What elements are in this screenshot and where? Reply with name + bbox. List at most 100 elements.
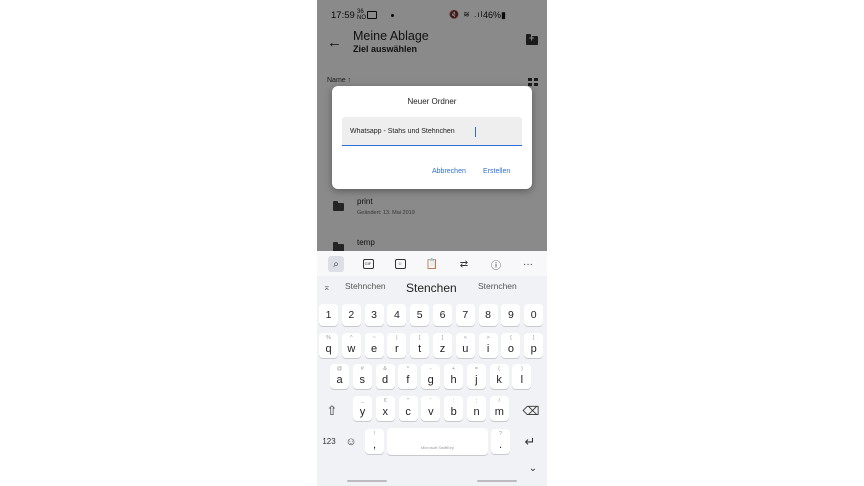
key-secondary-label: >	[486, 335, 490, 341]
hide-keyboard-icon[interactable]: ⌄	[523, 461, 543, 475]
key-b[interactable]: :b	[444, 396, 464, 421]
key-r[interactable]: | r	[387, 333, 407, 358]
shift-icon[interactable]: ⇧	[320, 398, 344, 423]
key-x[interactable]: € x	[375, 396, 395, 421]
key-label: b	[450, 406, 457, 418]
cancel-button[interactable]: Abbrechen	[432, 168, 466, 175]
key-5[interactable]: 5	[410, 304, 430, 326]
new-folder-dialog: Neuer Ordner Abbrechen Erstellen	[332, 86, 532, 189]
key-i[interactable]: > i	[478, 333, 498, 358]
key-q[interactable]: % q	[319, 333, 338, 358]
key-label: n	[473, 406, 480, 418]
gif-icon[interactable]: GIF	[360, 256, 376, 272]
key-a[interactable]: @ a	[330, 364, 349, 389]
key-secondary-label: ;	[475, 398, 478, 404]
collapse-icon[interactable]: ⌅	[323, 282, 331, 293]
key-secondary-label: #	[360, 366, 364, 372]
key-secondary-label: ]	[441, 335, 444, 341]
keyboard: ⌕ GIF ☺ 📋 ⇄ ⓘ ··· ⌅ Stehnchen Stenchen S…	[317, 251, 547, 486]
key-o[interactable]: {o	[501, 333, 521, 358]
key-0[interactable]: 0	[524, 304, 544, 326]
info-icon[interactable]: ⓘ	[488, 256, 504, 272]
key-y[interactable]: _ y	[353, 396, 372, 421]
key-z[interactable]: ] z	[433, 333, 452, 358]
key-secondary-label: [	[418, 335, 421, 341]
key-4[interactable]: 4	[387, 304, 407, 326]
key-label: v	[428, 406, 434, 418]
key-secondary-label: ~	[372, 335, 376, 341]
clipboard-icon[interactable]: 📋	[424, 256, 440, 272]
key-p[interactable]: } p	[524, 333, 544, 358]
key-2[interactable]: 2	[341, 304, 361, 326]
key-m[interactable]: / m	[489, 396, 509, 421]
enter-icon[interactable]: ↵	[517, 429, 543, 454]
key-secondary-label: *	[406, 366, 409, 372]
space-bar[interactable]: Microsoft SwiftKey	[387, 428, 488, 455]
key-secondary-label: -	[429, 366, 432, 372]
key-f[interactable]: * f	[398, 364, 418, 389]
key-d[interactable]: & d	[375, 364, 395, 389]
key-secondary-label: {	[509, 335, 512, 341]
phone-screen: 17:59 36 NO 🔇 ≋ .ıl 46%▮ ← Meine Ablage Z…	[317, 0, 547, 486]
key-secondary-label: ^	[350, 335, 353, 341]
emoji-icon[interactable]: ☺	[342, 429, 360, 454]
nav-bar	[317, 477, 547, 486]
key-9[interactable]: 9	[501, 304, 521, 326]
period-key[interactable]: ?.	[491, 429, 510, 454]
key-g[interactable]: -g	[421, 364, 441, 389]
key-u[interactable]: < u	[455, 333, 475, 358]
more-icon[interactable]: ···	[520, 256, 536, 272]
key-label: y	[359, 406, 366, 418]
key-j[interactable]: = j	[466, 364, 486, 389]
folder-name-input[interactable]	[350, 128, 515, 135]
suggestion-left[interactable]: Stehnchen	[345, 281, 386, 291]
nav-handle-right	[477, 480, 517, 482]
numbers-key[interactable]: 123	[319, 429, 339, 454]
key-1[interactable]: 1	[319, 304, 338, 326]
key-label: e	[371, 343, 378, 355]
key-label: 7	[462, 309, 469, 321]
key-label: c	[405, 406, 411, 418]
key-w[interactable]: ^ w	[341, 333, 361, 358]
key-secondary-label: +	[451, 366, 456, 372]
keyboard-toolbar: ⌕ GIF ☺ 📋 ⇄ ⓘ ···	[317, 251, 547, 276]
key-h[interactable]: + h	[444, 364, 463, 389]
key-label: 8	[485, 309, 492, 321]
key-label: d	[382, 374, 389, 386]
key-n[interactable]: ; n	[467, 396, 486, 421]
key-secondary-label: "	[407, 398, 410, 404]
key-6[interactable]: 6	[433, 304, 452, 326]
key-k[interactable]: (k	[489, 364, 509, 389]
key-label: m	[494, 406, 504, 418]
key-e[interactable]: ~ e	[364, 333, 384, 358]
key-label: 4	[393, 309, 400, 321]
key-8[interactable]: 8	[478, 304, 498, 326]
backspace-icon[interactable]: ⌫	[519, 398, 543, 423]
key-secondary-label: )	[520, 366, 523, 372]
key-label: i	[486, 343, 490, 355]
key-secondary-label: %	[326, 335, 331, 341]
search-icon[interactable]: ⌕	[328, 256, 344, 272]
key-c[interactable]: " c	[398, 396, 418, 421]
folder-name-field[interactable]	[342, 117, 522, 146]
key-s[interactable]: # s	[352, 364, 372, 389]
key-l[interactable]: ) l	[512, 364, 532, 389]
key-3[interactable]: 3	[364, 304, 384, 326]
key-secondary-label: }	[532, 335, 535, 341]
translate-icon[interactable]: ⇄	[456, 256, 472, 272]
key-label: x	[382, 406, 389, 418]
suggestion-main[interactable]: Stenchen	[406, 281, 457, 295]
nav-handle-left	[347, 480, 387, 482]
key-7[interactable]: 7	[455, 304, 475, 326]
create-button[interactable]: Erstellen	[483, 168, 510, 175]
suggestion-right[interactable]: Sternchen	[478, 281, 517, 291]
key-v[interactable]: ' v	[421, 396, 441, 421]
key-label: z	[439, 343, 446, 355]
key-label: q	[325, 343, 332, 355]
key-label: s	[359, 374, 366, 386]
sticker-icon[interactable]: ☺	[392, 256, 408, 272]
key-t[interactable]: [t	[410, 333, 430, 358]
comma-key[interactable]: !,	[365, 429, 384, 454]
key-label: 5	[416, 309, 423, 321]
key-label: 6	[439, 309, 446, 321]
